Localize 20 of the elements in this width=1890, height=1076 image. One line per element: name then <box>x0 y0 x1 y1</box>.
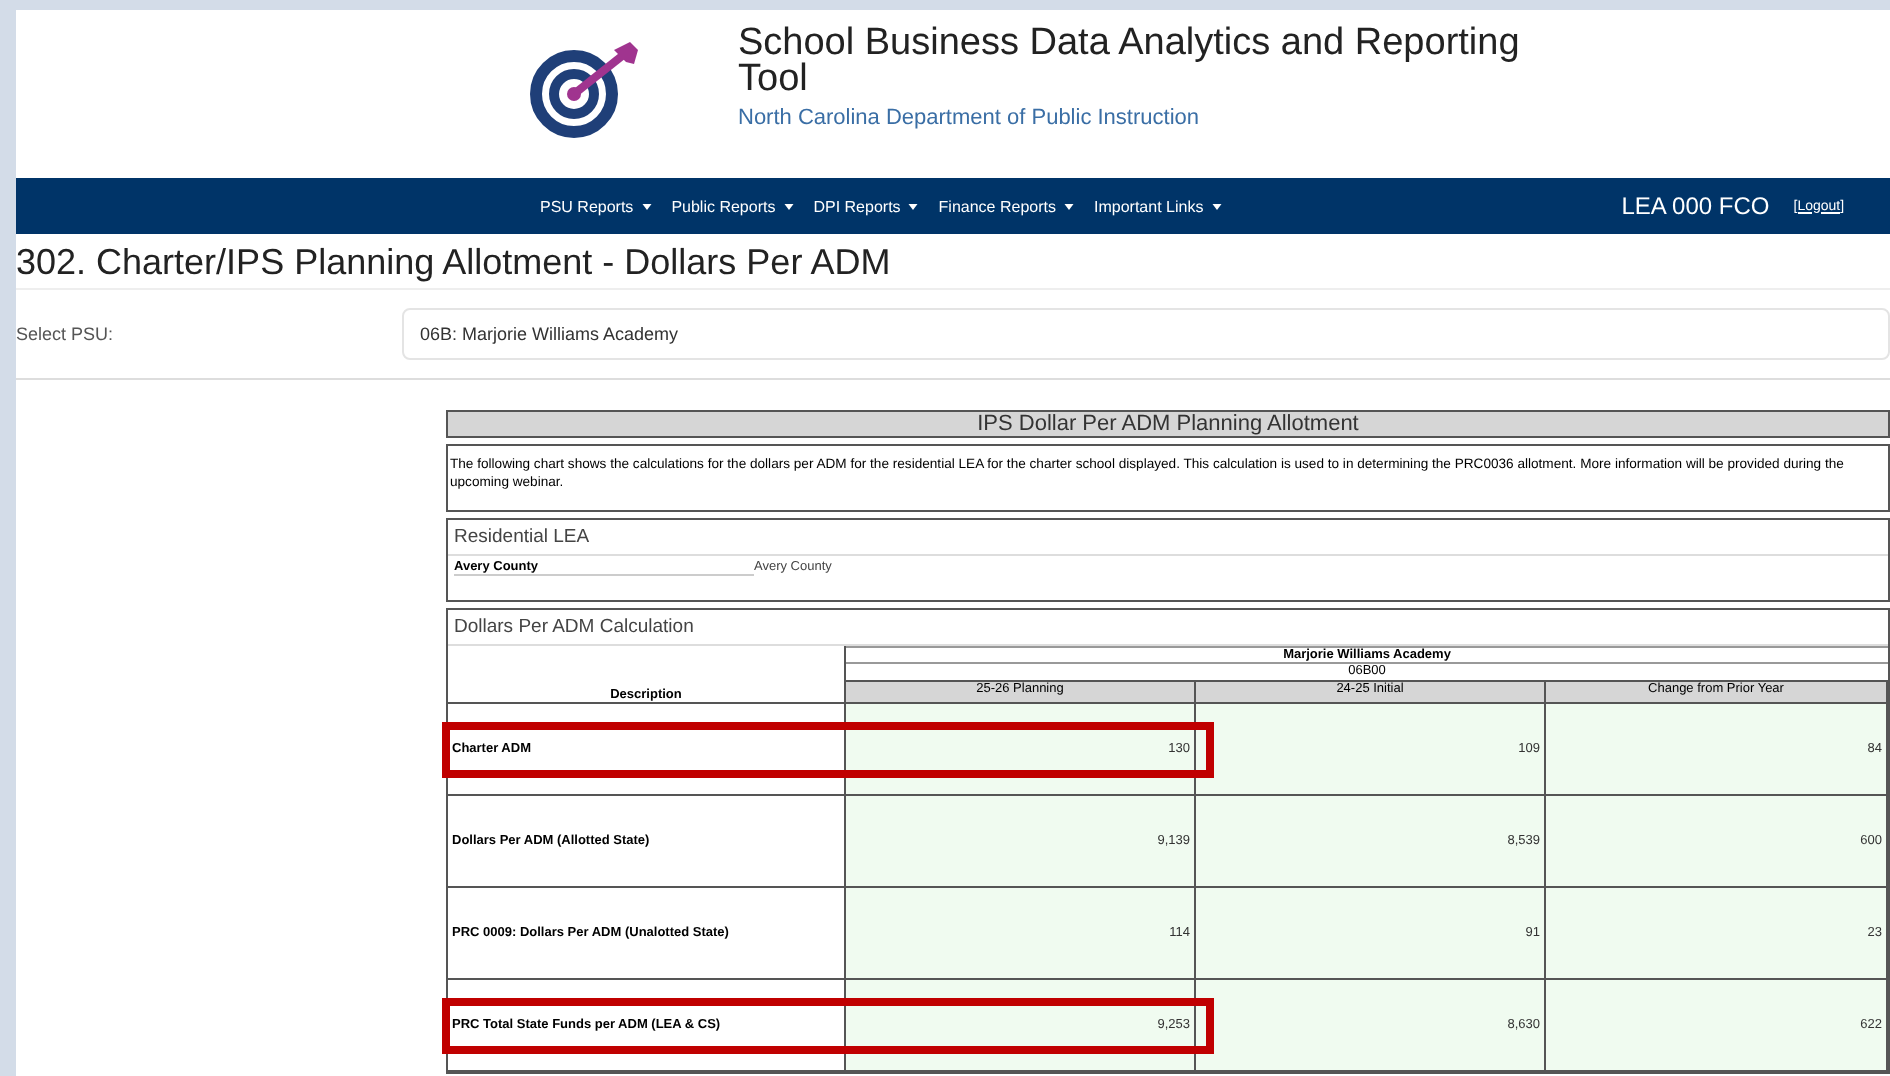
psu-select[interactable]: 06B: Marjorie Williams Academy <box>402 308 1890 360</box>
caret-icon <box>641 203 652 210</box>
app-title: School Business Data Analytics and Reporting Tool <box>738 26 1522 98</box>
section-title: Dollars Per ADM Calculation <box>448 610 1888 646</box>
page-title: 302. Charter/IPS Planning Allotment - Dollars Per ADM <box>16 234 1890 290</box>
nav-menu[interactable]: Public Reports <box>671 197 794 215</box>
nav-menu[interactable]: PSU Reports <box>540 197 652 215</box>
app-subtitle: North Carolina Department of Public Instruction <box>738 106 1201 130</box>
user-name: LEA 000 FCO <box>1621 192 1770 220</box>
target-dart-logo <box>530 38 642 138</box>
nav-menu[interactable]: DPI Reports <box>813 197 919 215</box>
nav-menu[interactable]: Important Links <box>1094 197 1222 215</box>
caret-icon <box>1064 203 1074 210</box>
section-title: Residential LEA <box>448 520 1888 556</box>
report-title: IPS Dollar Per ADM Planning Allotment <box>446 410 1890 438</box>
select-label: Select PSU: <box>16 324 116 344</box>
caret-icon <box>783 203 794 210</box>
caret-icon <box>1211 203 1222 210</box>
nav-menu[interactable]: Finance Reports <box>938 197 1074 215</box>
caret-icon <box>908 203 919 210</box>
